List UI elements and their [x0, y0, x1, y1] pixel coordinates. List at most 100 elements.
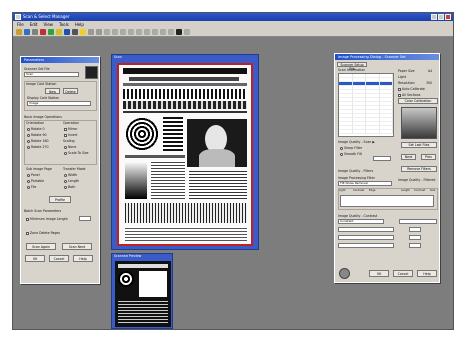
scan-again-button[interactable]: Scan Again	[26, 243, 56, 250]
cancel-button[interactable]: Cancel	[49, 255, 69, 262]
min-length-input[interactable]	[79, 216, 91, 221]
transfer-label: Transfer Mode	[63, 167, 86, 171]
page-icon[interactable]	[120, 29, 126, 35]
both-radio[interactable]: Both	[64, 185, 75, 189]
new-button[interactable]: New	[45, 88, 60, 94]
test-pattern-strip	[123, 101, 247, 109]
filter-value-input[interactable]	[373, 156, 391, 161]
smooth-filter-radio[interactable]: Smooth Filt	[340, 152, 362, 156]
value-field-4[interactable]	[409, 243, 421, 248]
text-block	[189, 171, 247, 199]
help-button[interactable]: Help	[73, 255, 93, 262]
filter-params-list[interactable]	[340, 195, 434, 207]
contrast-select[interactable]: Constant	[338, 219, 384, 224]
window-controls	[431, 14, 451, 20]
processing-ok-button[interactable]: OK	[369, 270, 389, 277]
processing-help-button[interactable]: Help	[417, 270, 437, 277]
slider-2[interactable]	[338, 235, 394, 240]
stop-icon[interactable]	[40, 29, 46, 35]
flip-icon[interactable]	[104, 29, 110, 35]
scale-to-size-radio[interactable]: Scale To Size	[64, 151, 89, 155]
scaling-label: Scaling	[63, 139, 75, 143]
min-length-check[interactable]: Minimum Image Length	[26, 217, 68, 221]
rotate-right-icon[interactable]	[96, 29, 102, 35]
fit-icon[interactable]	[128, 29, 134, 35]
document-icon[interactable]	[176, 29, 182, 35]
rotate-270-radio[interactable]: Rotate 270	[27, 145, 49, 149]
width-radio[interactable]: Width	[64, 173, 77, 177]
rotate-left-icon[interactable]	[88, 29, 94, 35]
scanner-label: Scanner Set File	[24, 67, 50, 71]
slider-1[interactable]	[338, 227, 394, 232]
scan-window-title: Scan	[114, 55, 122, 59]
value-field-1[interactable]	[399, 219, 437, 224]
menu-file[interactable]: File	[17, 21, 24, 28]
settings-icon[interactable]	[339, 268, 350, 279]
scan-next-button[interactable]: Scan Next	[62, 243, 92, 250]
select-icon[interactable]	[64, 29, 70, 35]
value-field-3[interactable]	[409, 235, 421, 240]
table-row[interactable]	[339, 130, 393, 134]
display-select[interactable]: Image	[27, 101, 91, 106]
print-icon[interactable]	[32, 29, 38, 35]
slider-3[interactable]	[338, 243, 394, 248]
length-radio[interactable]: Length	[64, 179, 79, 183]
eraser-icon[interactable]	[152, 29, 158, 35]
panel-radio[interactable]: Panel	[27, 173, 40, 177]
profile-button[interactable]: Profile	[49, 196, 71, 203]
auto-calibrate-check[interactable]: Auto Calibrate	[398, 87, 425, 91]
tab-scanner-setup[interactable]: Scanner Setup File	[337, 62, 367, 71]
portrait-body	[199, 149, 235, 167]
rotate-90-radio[interactable]: Rotate 90	[27, 133, 47, 137]
zoom-icon[interactable]	[56, 29, 62, 35]
processing-filter-select[interactable]: Tilt Noise Removal	[338, 181, 392, 186]
close-icon[interactable]	[445, 14, 451, 20]
open-icon[interactable]	[16, 29, 22, 35]
scanner-field[interactable]: Scan	[24, 72, 79, 77]
rotate-0-radio[interactable]: Rotate 0	[27, 127, 44, 131]
page-text-line	[125, 155, 185, 158]
hand-icon[interactable]	[136, 29, 142, 35]
star-icon[interactable]	[80, 29, 86, 35]
menu-view[interactable]: View	[43, 21, 53, 28]
scan-document-window: Scan	[111, 54, 259, 250]
param-length: Length	[401, 189, 410, 192]
processing-cancel-button[interactable]: Cancel	[393, 270, 413, 277]
rotate-180-radio[interactable]: Rotate 180	[27, 139, 49, 143]
scan-info-table[interactable]	[338, 73, 394, 137]
crop-icon[interactable]	[72, 29, 78, 35]
processing-dialog-title: Image Processing Dialog - Scanner Set	[335, 54, 439, 60]
info-icon[interactable]	[184, 29, 190, 35]
save-icon[interactable]	[24, 29, 30, 35]
param-contrast: Contrast	[353, 189, 365, 192]
batch-label: Batch Scan Parameters	[24, 209, 62, 213]
arrow-left-icon[interactable]	[160, 29, 166, 35]
menu-edit[interactable]: Edit	[30, 21, 38, 28]
remove-filters-button[interactable]: Remove Filters	[401, 166, 437, 172]
arrow-right-icon[interactable]	[168, 29, 174, 35]
mirror-check[interactable]: Mirror	[64, 127, 77, 131]
file-radio[interactable]: File	[27, 185, 36, 189]
scan-icon[interactable]	[48, 29, 54, 35]
set-last-files-button[interactable]: Set Last Files	[401, 142, 437, 148]
menu-tools[interactable]: Tools	[59, 21, 69, 28]
zone-delete-check[interactable]: Zone Delete Pages	[26, 231, 60, 235]
color-calibration-button[interactable]: Color Calibration	[398, 98, 438, 104]
delete-button[interactable]: Delete	[63, 88, 78, 94]
ok-button[interactable]: OK	[25, 255, 45, 262]
maximize-icon[interactable]	[438, 14, 444, 20]
page-text-line	[129, 77, 239, 81]
param-light: Light	[339, 189, 346, 192]
minimize-icon[interactable]	[431, 14, 437, 20]
next-button[interactable]: Next	[401, 154, 416, 160]
grid-icon[interactable]	[112, 29, 118, 35]
invert-check[interactable]: Invert	[64, 133, 77, 137]
prev-button[interactable]: Prev	[421, 154, 436, 160]
menu-help[interactable]: Help	[75, 21, 84, 28]
pen-icon[interactable]	[144, 29, 150, 35]
portable-radio[interactable]: Portable	[27, 179, 44, 183]
scaling-none-radio[interactable]: None	[64, 145, 76, 149]
value-field-2[interactable]	[409, 227, 421, 232]
sharp-filter-radio[interactable]: Sharp Filter	[340, 146, 362, 150]
all-sections-check[interactable]: All Sections	[398, 93, 420, 97]
